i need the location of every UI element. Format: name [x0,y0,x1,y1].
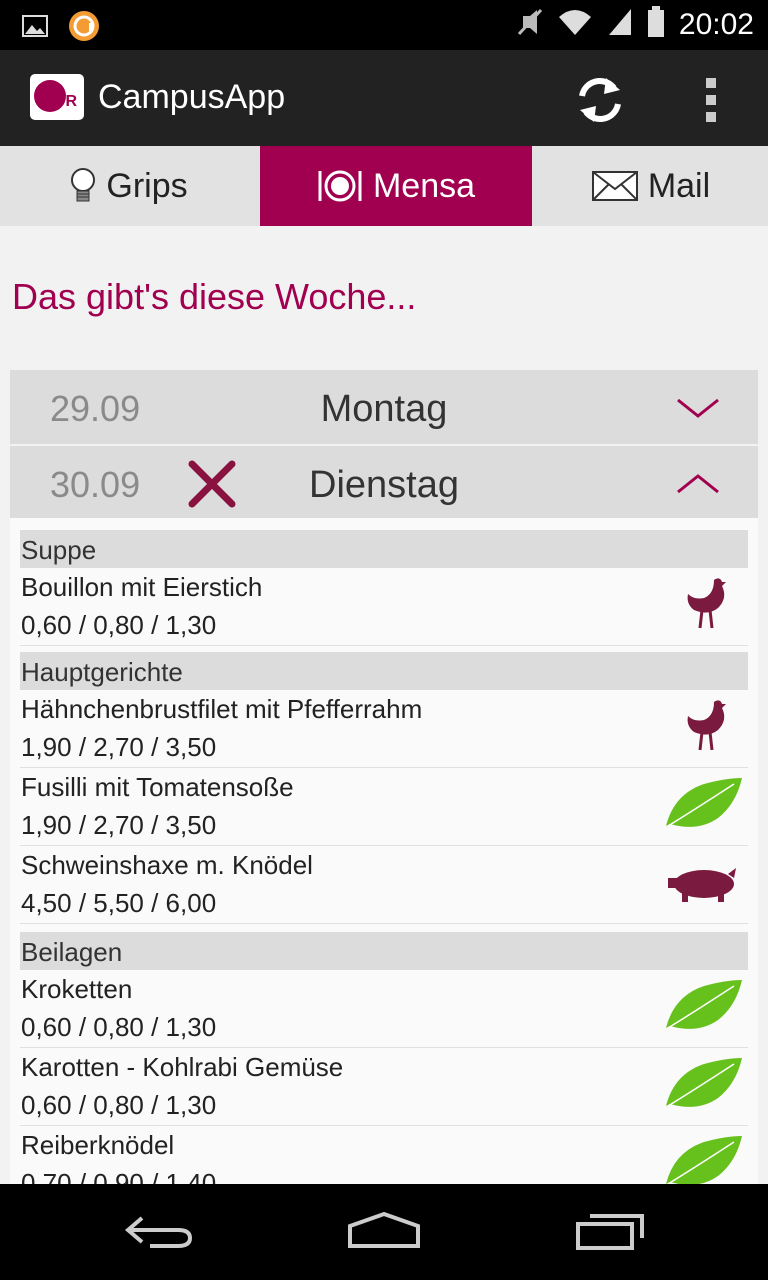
battery-icon [647,6,665,43]
home-button[interactable] [344,1210,424,1254]
day-row-dienstag[interactable]: 30.09 Dienstag [10,446,758,520]
menu-item[interactable]: Reiberknödel 0,70 / 0,90 / 1,40 [20,1126,748,1184]
item-price: 4,50 / 5,50 / 6,00 [21,888,217,918]
back-icon [124,1216,193,1248]
signal-icon [607,7,633,42]
item-name: Reiberknödel [21,1130,175,1160]
chevron-down-icon[interactable] [676,396,720,420]
day-row-montag[interactable]: 29.09 Montag [10,370,758,444]
leaf-icon [666,1058,742,1107]
chicken-icon [687,578,726,629]
category-header: Suppe [20,530,748,568]
day-name: Dienstag [309,464,459,506]
tab-grips[interactable]: Grips [0,146,258,226]
overflow-menu-button[interactable] [694,74,730,126]
leaf-icon [666,980,742,1029]
tab-label: Mensa [372,166,476,205]
recents-icon [576,1214,644,1250]
page-title: Das gibt's diese Woche... [12,276,417,317]
tab-bar: Grips Mensa Mail [0,146,768,226]
pig-icon [668,868,736,902]
item-price: 1,90 / 2,70 / 3,50 [21,732,217,762]
item-price: 1,90 / 2,70 / 3,50 [21,810,217,840]
day-name: Montag [320,388,448,430]
action-bar: UR CampusApp [0,50,768,146]
item-price: 0,60 / 0,80 / 1,30 [21,1090,217,1120]
category-header: Hauptgerichte [20,652,748,690]
home-icon [348,1211,420,1248]
app-notification-icon [68,10,100,47]
item-price: 0,60 / 0,80 / 1,30 [21,1012,217,1042]
menu-item[interactable]: Fusilli mit Tomatensoße 1,90 / 2,70 / 3,… [20,768,748,846]
navigation-bar [0,1184,768,1280]
lightbulb-icon [70,167,96,205]
status-bar: 20:02 [0,0,768,50]
menu-item[interactable]: Bouillon mit Eierstich 0,60 / 0,80 / 1,3… [20,568,748,646]
more-vert-icon [706,78,716,122]
app-logo[interactable]: UR [30,74,84,120]
menu-item[interactable]: Kroketten 0,60 / 0,80 / 1,30 [20,970,748,1048]
status-time: 20:02 [678,7,754,41]
logo-text: UR [54,93,78,110]
tab-mail[interactable]: Mail [534,146,768,226]
menu-item[interactable]: Karotten - Kohlrabi Gemüse 0,60 / 0,80 /… [20,1048,748,1126]
menu-item[interactable]: Hähnchenbrustfilet mit Pfefferrahm 1,90 … [20,690,748,768]
tab-label: Mail [647,166,711,205]
leaf-icon [666,1136,742,1184]
item-name: Schweinshaxe m. Knödel [21,850,313,880]
menu-list: Suppe Bouillon mit Eierstich 0,60 / 0,80… [10,518,758,1184]
tab-label: Grips [106,166,188,205]
wifi-icon [557,7,593,42]
item-name: Kroketten [21,974,133,1004]
category-header: Beilagen [20,932,748,970]
envelope-icon [591,171,638,201]
chevron-up-icon[interactable] [676,472,720,496]
recents-button[interactable] [572,1210,652,1254]
app-title: CampusApp [98,78,286,116]
tab-mensa[interactable]: Mensa [260,146,532,226]
leaf-icon [666,778,742,827]
item-name: Fusilli mit Tomatensoße [21,772,294,802]
mute-icon [517,6,543,43]
item-price: 0,60 / 0,80 / 1,30 [21,610,217,640]
item-name: Hähnchenbrustfilet mit Pfefferrahm [21,694,423,724]
gallery-notification-icon [22,15,48,42]
mensa-content: Das gibt's diese Woche... 29.09 Montag 3… [0,226,768,1184]
refresh-button[interactable] [570,74,630,126]
item-name: Karotten - Kohlrabi Gemüse [21,1052,344,1082]
item-name: Bouillon mit Eierstich [21,572,263,602]
menu-item[interactable]: Schweinshaxe m. Knödel 4,50 / 5,50 / 6,0… [20,846,748,924]
item-price: 0,70 / 0,90 / 1,40 [21,1168,217,1184]
plate-icon [317,169,363,203]
chicken-icon [687,700,726,751]
refresh-icon [579,78,621,122]
back-button[interactable] [120,1210,200,1254]
